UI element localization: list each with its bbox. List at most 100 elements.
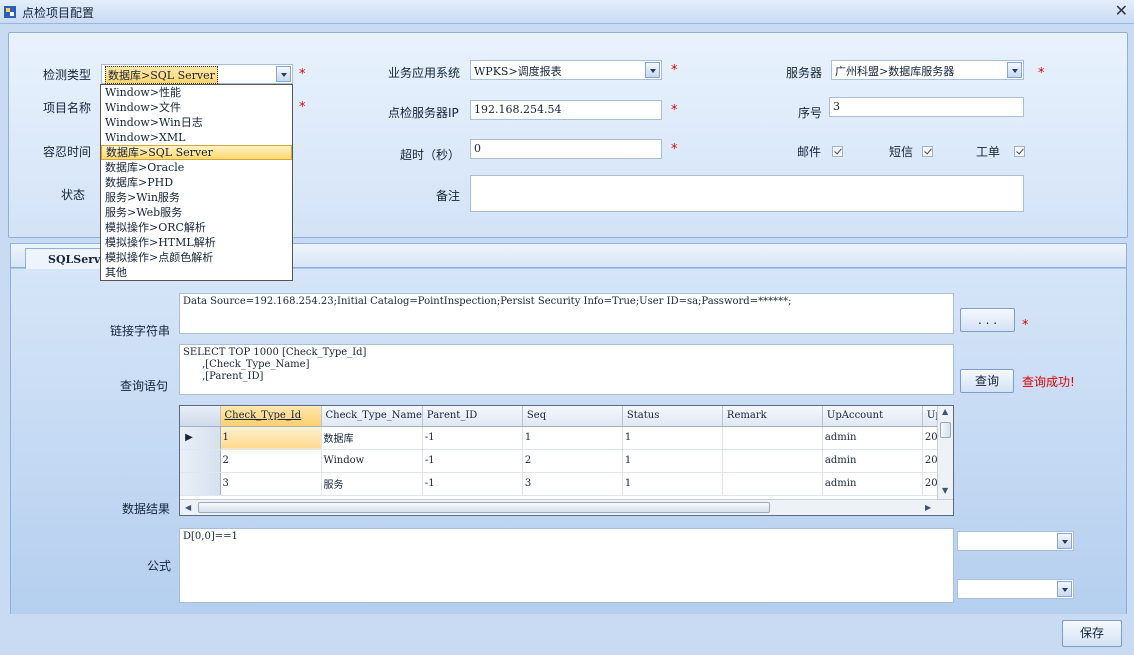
formula-select-1[interactable]: [957, 531, 1074, 551]
scroll-up-icon[interactable]: ▲: [942, 407, 948, 416]
grid-cell[interactable]: 2: [522, 449, 623, 473]
dropdown-option[interactable]: 其他: [101, 265, 292, 280]
dropdown-option[interactable]: Window>性能: [101, 85, 292, 100]
grid-header-row: Check_Type_Id Check_Type_Name Parent_ID …: [180, 406, 946, 427]
business-system-select[interactable]: WPKS>调度报表: [470, 60, 662, 80]
server-label: 服务器: [786, 66, 823, 80]
required-mark: *: [299, 100, 306, 115]
scroll-down-icon[interactable]: ▼: [942, 486, 948, 495]
row-header[interactable]: [180, 449, 221, 473]
grid-col-header[interactable]: Seq: [522, 406, 623, 427]
chevron-down-icon[interactable]: [1057, 533, 1072, 549]
title-bar: 点检项目配置 ✕: [0, 0, 1134, 24]
chevron-down-icon[interactable]: [1057, 581, 1072, 597]
required-mark: *: [1022, 318, 1029, 333]
grid-col-header[interactable]: Remark: [722, 406, 823, 427]
business-system-value: WPKS>调度报表: [474, 65, 562, 78]
conn-string-label: 链接字符串: [110, 324, 171, 338]
result-label: 数据结果: [122, 502, 171, 516]
dropdown-option-selected[interactable]: 数据库>SQL Server: [101, 145, 292, 160]
query-status: 查询成功!: [1022, 375, 1075, 389]
grid-cell[interactable]: 数据库: [321, 426, 423, 450]
conn-string-input[interactable]: Data Source=192.168.254.23;Initial Catal…: [179, 293, 954, 334]
grid-col-header[interactable]: Parent_ID: [422, 406, 523, 427]
grid-cell[interactable]: 2: [220, 449, 322, 473]
table-row[interactable]: 2 Window -1 2 1 admin 201: [180, 449, 946, 473]
dropdown-option[interactable]: 模拟操作>HTML解析: [101, 235, 292, 250]
sms-checkbox[interactable]: [922, 146, 933, 157]
browse-button[interactable]: . . .: [960, 308, 1015, 332]
grid-cell[interactable]: [722, 472, 823, 496]
formula-select-2[interactable]: [957, 579, 1074, 599]
save-button[interactable]: 保存: [1062, 620, 1122, 647]
dropdown-option[interactable]: 数据库>Oracle: [101, 160, 292, 175]
chevron-down-icon[interactable]: [276, 66, 291, 82]
grid-cell[interactable]: [722, 426, 823, 450]
email-label: 邮件: [797, 145, 822, 159]
table-row[interactable]: 3 服务 -1 3 1 admin 201: [180, 472, 946, 496]
horizontal-scrollbar[interactable]: ◀ ▶: [180, 499, 953, 515]
check-server-ip-label: 点检服务器IP: [388, 106, 459, 120]
chevron-down-icon[interactable]: [645, 62, 660, 78]
grid-cell[interactable]: 1: [622, 426, 723, 450]
grid-cell[interactable]: Window: [321, 449, 423, 473]
query-input[interactable]: SELECT TOP 1000 [Check_Type_Id] ,[Check_…: [179, 344, 954, 395]
server-select[interactable]: 广州科盟>数据库服务器: [831, 60, 1024, 80]
grid-cell[interactable]: admin: [822, 426, 923, 450]
grid-cell[interactable]: 3: [220, 472, 322, 496]
grid-col-header[interactable]: UpAccount: [822, 406, 923, 427]
grid-cell[interactable]: 1: [220, 426, 322, 450]
vertical-scrollbar[interactable]: ▲ ▼: [937, 406, 953, 499]
check-server-ip-input[interactable]: 192.168.254.54: [470, 100, 662, 120]
row-header[interactable]: [180, 472, 221, 496]
timeout-input[interactable]: 0: [470, 139, 662, 159]
dropdown-option[interactable]: 服务>Web服务: [101, 205, 292, 220]
check-type-select[interactable]: 数据库>SQL Server: [101, 64, 293, 84]
grid-cell[interactable]: admin: [822, 472, 923, 496]
email-checkbox[interactable]: [832, 146, 843, 157]
dropdown-option[interactable]: 服务>Win服务: [101, 190, 292, 205]
close-icon[interactable]: ✕: [1115, 1, 1128, 20]
grid-cell[interactable]: 1: [622, 449, 723, 473]
required-mark: *: [671, 103, 678, 118]
result-grid[interactable]: Check_Type_Id Check_Type_Name Parent_ID …: [179, 405, 954, 516]
check-type-label: 检测类型: [43, 68, 92, 82]
ticket-checkbox[interactable]: [1014, 146, 1025, 157]
dropdown-option[interactable]: 模拟操作>点颜色解析: [101, 250, 292, 265]
remark-input[interactable]: [470, 175, 1024, 212]
grid-cell[interactable]: -1: [422, 472, 523, 496]
dropdown-option[interactable]: 数据库>PHD: [101, 175, 292, 190]
grid-corner[interactable]: [180, 406, 221, 427]
grid-col-header[interactable]: Check_Type_Name: [321, 406, 423, 427]
dropdown-option[interactable]: Window>XML: [101, 130, 292, 145]
grid-cell[interactable]: 1: [522, 426, 623, 450]
grid-cell[interactable]: -1: [422, 449, 523, 473]
scroll-thumb[interactable]: [940, 422, 951, 438]
server-value: 广州科盟>数据库服务器: [835, 65, 955, 78]
scroll-left-icon[interactable]: ◀: [185, 503, 191, 512]
grid-cell[interactable]: 3: [522, 472, 623, 496]
grid-cell[interactable]: 服务: [321, 472, 423, 496]
required-mark: *: [671, 142, 678, 157]
check-type-dropdown[interactable]: Window>性能 Window>文件 Window>Win日志 Window>…: [100, 84, 293, 281]
grid-col-header[interactable]: Status: [622, 406, 723, 427]
formula-input[interactable]: D[0,0]==1: [179, 528, 954, 603]
dropdown-option[interactable]: Window>文件: [101, 100, 292, 115]
grid-cell[interactable]: admin: [822, 449, 923, 473]
grid-cell[interactable]: 1: [622, 472, 723, 496]
timeout-label: 超时（秒）: [400, 148, 461, 162]
grid-cell[interactable]: [722, 449, 823, 473]
seq-input[interactable]: 3: [829, 97, 1024, 117]
row-indicator-icon[interactable]: ▶: [180, 426, 221, 450]
scroll-thumb[interactable]: [198, 502, 770, 513]
status-label: 状态: [61, 188, 86, 202]
query-button[interactable]: 查询: [960, 369, 1014, 393]
app-icon: [4, 6, 16, 18]
dropdown-option[interactable]: Window>Win日志: [101, 115, 292, 130]
scroll-right-icon[interactable]: ▶: [925, 503, 931, 512]
grid-cell[interactable]: -1: [422, 426, 523, 450]
dropdown-option[interactable]: 模拟操作>ORC解析: [101, 220, 292, 235]
chevron-down-icon[interactable]: [1007, 62, 1022, 78]
table-row[interactable]: ▶ 1 数据库 -1 1 1 admin 201: [180, 426, 946, 450]
grid-col-header[interactable]: Check_Type_Id: [220, 406, 322, 427]
